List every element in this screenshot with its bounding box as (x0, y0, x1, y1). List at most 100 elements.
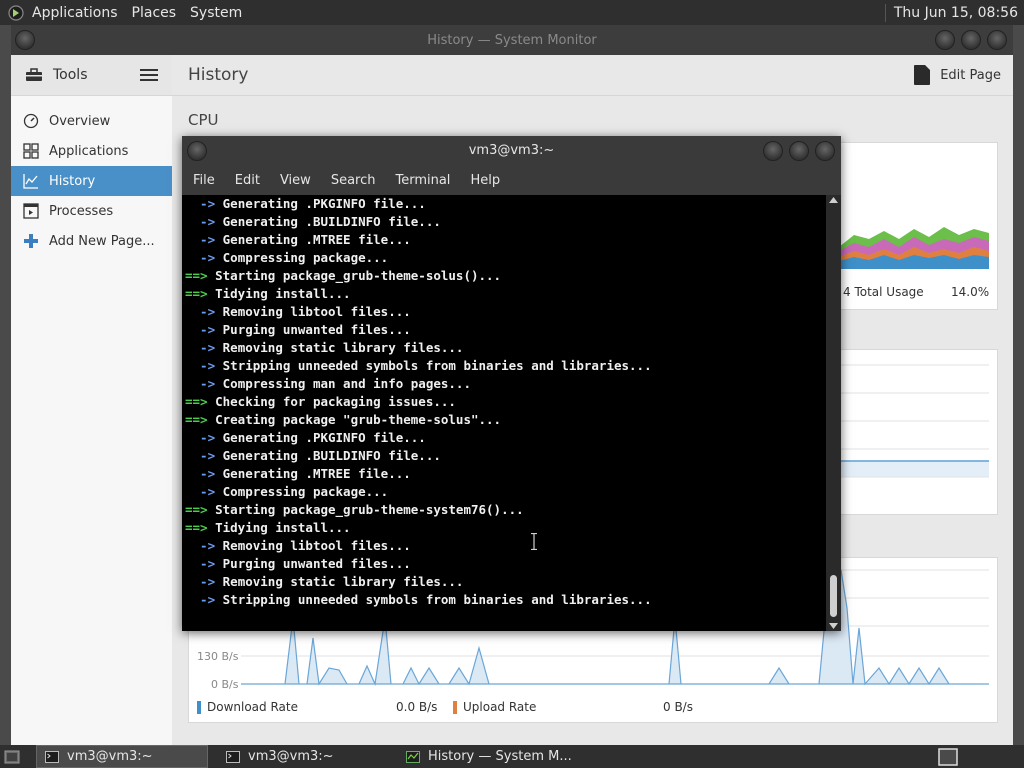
cpu-section-title: CPU (188, 111, 219, 129)
sidebar-item-applications[interactable]: Applications (11, 136, 172, 166)
distro-logo-icon[interactable] (8, 4, 24, 21)
terminal-line-prefix: -> (185, 196, 223, 211)
terminal-close-button[interactable] (815, 141, 835, 161)
clock[interactable]: Thu Jun 15, 08:56 (894, 5, 1018, 21)
terminal-line-text: Removing libtool files... (222, 538, 411, 553)
terminal-line-prefix: -> (185, 448, 223, 463)
panel-separator (884, 3, 886, 22)
terminal-line-text: Removing libtool files... (222, 304, 411, 319)
sidebar-item-label: Processes (49, 203, 114, 219)
upload-rate-legend: Upload Rate (453, 700, 536, 714)
terminal-line-text: Creating package "grub-theme-solus"... (215, 412, 502, 427)
overview-icon (23, 113, 39, 129)
terminal-line: -> Compressing package... (182, 249, 826, 267)
terminal-line-prefix: -> (185, 358, 223, 373)
terminal-line-text: Generating .PKGINFO file... (222, 196, 426, 211)
terminal-line: ==> Tidying install... (182, 285, 826, 303)
taskbar-item-label: vm3@vm3:~ (67, 749, 153, 764)
sidebar-item-history[interactable]: History (11, 166, 172, 196)
terminal-scrollbar[interactable] (826, 195, 841, 631)
terminal-line-text: Compressing man and info pages... (222, 376, 471, 391)
terminal-line-text: Generating .BUILDINFO file... (222, 448, 441, 463)
menu-system[interactable]: System (190, 5, 242, 21)
download-rate-label: Download Rate (207, 700, 298, 714)
terminal-line-text: Starting package_grub-theme-solus()... (215, 268, 502, 283)
system-monitor-titlebar[interactable]: History — System Monitor (11, 25, 1013, 55)
terminal-line: ==> Checking for packaging issues... (182, 393, 826, 411)
terminal-output[interactable]: -> Generating .PKGINFO file... -> Genera… (182, 195, 826, 631)
terminal-icon (226, 750, 240, 763)
taskbar: vm3@vm3:~ vm3@vm3:~ History — System M..… (0, 745, 1024, 768)
menu-places[interactable]: Places (132, 5, 177, 21)
terminal-line: -> Generating .PKGINFO file... (182, 195, 826, 213)
terminal-line-prefix: ==> (185, 502, 216, 517)
terminal-menu-file[interactable]: File (193, 173, 215, 188)
taskbar-item-system-monitor[interactable]: History — System M... (398, 746, 594, 767)
terminal-menu-help[interactable]: Help (470, 173, 500, 188)
terminal-line: ==> Tidying install... (182, 519, 826, 537)
terminal-line: -> Generating .MTREE file... (182, 465, 826, 483)
processes-icon (23, 203, 39, 219)
sidebar-item-add-new-page[interactable]: Add New Page... (11, 226, 172, 256)
terminal-line-prefix: -> (185, 484, 223, 499)
terminal-menu-terminal[interactable]: Terminal (395, 173, 450, 188)
history-chart-icon (23, 174, 38, 189)
terminal-line-text: Stripping unneeded symbols from binaries… (222, 358, 652, 373)
download-swatch (197, 700, 201, 714)
terminal-line: -> Removing libtool files... (182, 303, 826, 321)
terminal-menu-edit[interactable]: Edit (235, 173, 260, 188)
window-menu-button[interactable] (15, 30, 35, 50)
terminal-line: ==> Creating package "grub-theme-solus".… (182, 411, 826, 429)
net-axis-label-0: 0 B/s (211, 678, 239, 691)
terminal-menu-view[interactable]: View (280, 173, 311, 188)
edit-page-label: Edit Page (940, 67, 1001, 83)
terminal-line-prefix: ==> (185, 520, 216, 535)
terminal-line-text: Purging unwanted files... (222, 322, 411, 337)
terminal-line: -> Removing static library files... (182, 339, 826, 357)
terminal-window-menu-button[interactable] (187, 141, 207, 161)
terminal-line-text: Generating .MTREE file... (222, 466, 411, 481)
terminal-line-text: Generating .BUILDINFO file... (222, 214, 441, 229)
terminal-line-text: Compressing package... (222, 250, 389, 265)
minimize-button[interactable] (935, 30, 955, 50)
terminal-line: -> Purging unwanted files... (182, 321, 826, 339)
applications-grid-icon (23, 143, 39, 159)
terminal-line: ==> Starting package_grub-theme-system76… (182, 501, 826, 519)
terminal-line: -> Compressing man and info pages... (182, 375, 826, 393)
taskbar-item-terminal-2[interactable]: vm3@vm3:~ (218, 746, 388, 767)
edit-page-button[interactable]: Edit Page (914, 65, 1001, 85)
sidebar-item-processes[interactable]: Processes (11, 196, 172, 226)
terminal-line-prefix: -> (185, 430, 223, 445)
workspace-switcher-icon[interactable] (938, 747, 958, 766)
scroll-up-arrow-icon[interactable] (829, 197, 838, 203)
sidebar-item-label: Add New Page... (49, 233, 155, 249)
page-title: History (188, 65, 249, 85)
terminal-line-prefix: -> (185, 232, 223, 247)
sidebar-item-overview[interactable]: Overview (11, 106, 172, 136)
terminal-menubar: File Edit View Search Terminal Help (182, 166, 841, 195)
terminal-scrollbar-thumb[interactable] (830, 575, 837, 617)
terminal-line: -> Compressing package... (182, 483, 826, 501)
sidebar-item-label: Overview (49, 113, 111, 129)
download-rate-value: 0.0 B/s (396, 700, 438, 714)
scroll-down-arrow-icon[interactable] (829, 623, 838, 629)
hamburger-menu-icon[interactable] (140, 68, 158, 82)
terminal-titlebar[interactable]: vm3@vm3:~ (182, 136, 841, 166)
terminal-line-prefix: -> (185, 556, 223, 571)
window-title: History — System Monitor (427, 33, 597, 48)
cpu-total-usage-label: 4 Total Usage (843, 285, 924, 299)
terminal-line-prefix: ==> (185, 286, 216, 301)
terminal-line-text: Checking for packaging issues... (215, 394, 456, 409)
terminal-minimize-button[interactable] (763, 141, 783, 161)
upload-rate-label: Upload Rate (463, 700, 537, 714)
terminal-menu-search[interactable]: Search (331, 173, 376, 188)
taskbar-item-terminal-1[interactable]: vm3@vm3:~ (36, 745, 208, 768)
terminal-line-prefix: -> (185, 304, 223, 319)
menu-applications[interactable]: Applications (32, 5, 118, 21)
terminal-line: -> Purging unwanted files... (182, 555, 826, 573)
top-panel: Applications Places System Thu Jun 15, 0… (0, 0, 1024, 25)
show-desktop-icon[interactable] (4, 750, 20, 764)
terminal-maximize-button[interactable] (789, 141, 809, 161)
close-button[interactable] (987, 30, 1007, 50)
maximize-button[interactable] (961, 30, 981, 50)
